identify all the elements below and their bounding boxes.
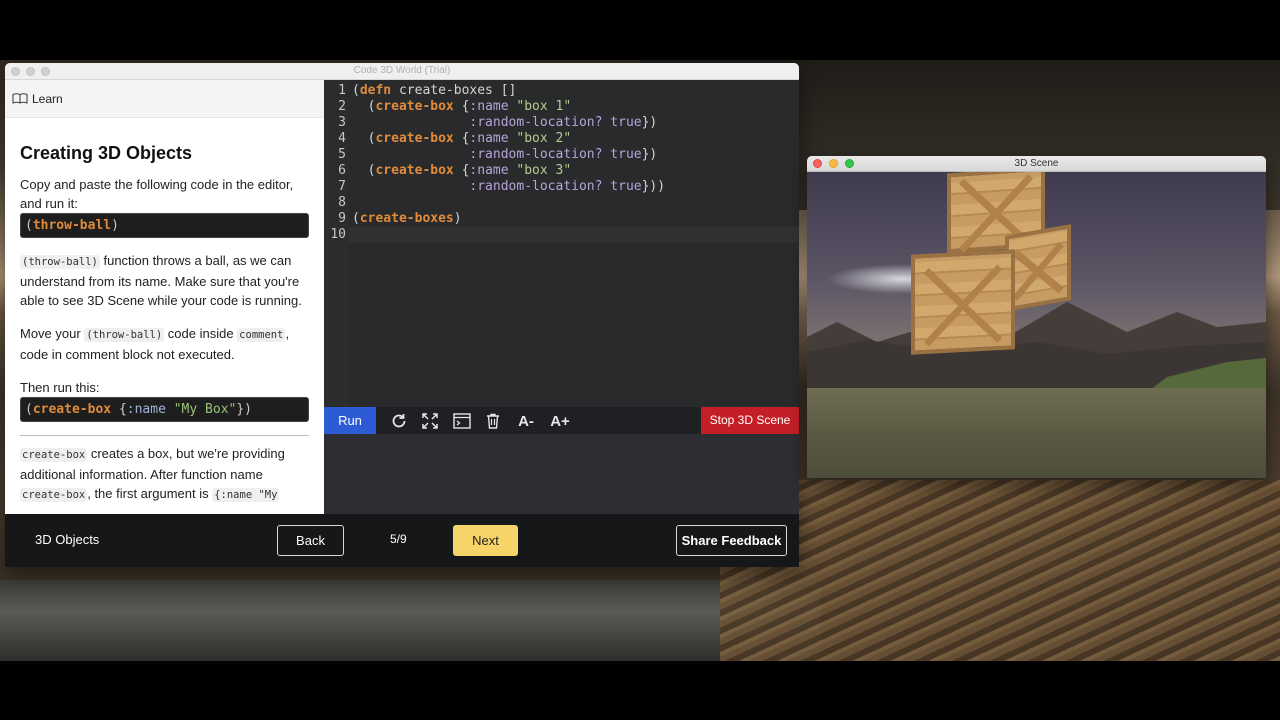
window-titlebar[interactable]: Code 3D World (Trial) xyxy=(5,63,799,80)
chapter-title: 3D Objects xyxy=(35,532,100,547)
line-number: 4 xyxy=(338,131,346,146)
code-line[interactable]: :random-location? true}) xyxy=(352,115,657,130)
back-button[interactable]: Back xyxy=(277,525,344,556)
paren: ) xyxy=(111,218,119,233)
code-line[interactable]: :random-location? true})) xyxy=(352,179,665,194)
lesson-title: Creating 3D Objects xyxy=(20,143,193,163)
inline-code: create-box xyxy=(20,448,88,462)
wallpaper-cliff xyxy=(720,480,1280,661)
lesson-text: Copy and paste the following code in the… xyxy=(20,177,294,211)
trash-icon[interactable] xyxy=(482,411,504,431)
next-button[interactable]: Next xyxy=(453,525,518,556)
current-line-highlight xyxy=(349,227,799,243)
lesson-paragraph: Copy and paste the following code in the… xyxy=(20,175,309,213)
lesson-text: Then run this: xyxy=(20,380,100,395)
3d-scene-window: 3D Scene xyxy=(807,156,1266,478)
divider xyxy=(20,435,309,436)
font-decrease-label: A- xyxy=(518,412,534,430)
code-editor[interactable]: 1 2 3 4 5 6 7 8 9 10 (defn create-boxes … xyxy=(324,80,799,407)
lesson-navigation-bar: 3D Objects Back 5/9 Next Share Feedback xyxy=(5,514,799,567)
line-number: 7 xyxy=(338,179,346,194)
snippet-keyword: :name xyxy=(126,402,166,417)
code-snippet[interactable]: (create-box {:name "My Box"}) xyxy=(20,397,309,422)
line-number: 2 xyxy=(338,99,346,114)
snippet-function: throw-ball xyxy=(32,218,112,233)
editor-toolbar: Run A- A+ Stop 3D Scene xyxy=(324,407,799,434)
code-line[interactable]: (create-box {:name "box 3" xyxy=(352,163,572,178)
share-feedback-button[interactable]: Share Feedback xyxy=(676,525,787,556)
lesson-content: Creating 3D Objects Copy and paste the f… xyxy=(5,118,324,505)
code-line[interactable]: (create-box {:name "box 2" xyxy=(352,131,572,146)
code-3d-world-window: Code 3D World (Trial) Learn Creating 3D … xyxy=(5,63,799,567)
scene-titlebar[interactable]: 3D Scene xyxy=(807,156,1266,172)
paren: ( xyxy=(25,402,33,417)
fullscreen-icon[interactable] xyxy=(419,411,441,431)
paren: ( xyxy=(25,218,33,233)
refresh-icon[interactable] xyxy=(388,411,410,431)
inline-code: (throw-ball) xyxy=(20,255,100,269)
font-decrease-button[interactable]: A- xyxy=(513,411,539,431)
learn-header[interactable]: Learn xyxy=(5,80,324,118)
inline-code: comment xyxy=(237,328,286,342)
window-title: Code 3D World (Trial) xyxy=(353,65,451,76)
line-number: 9 xyxy=(338,211,346,226)
ground-plane xyxy=(807,388,1266,478)
brace: { xyxy=(118,402,127,417)
code-snippet[interactable]: (throw-ball) xyxy=(20,213,309,238)
code-line[interactable]: :random-location? true}) xyxy=(352,147,657,162)
screen: Code 3D World (Trial) Learn Creating 3D … xyxy=(0,0,1280,720)
stop-3d-scene-button[interactable]: Stop 3D Scene xyxy=(701,407,799,434)
wallpaper-sea xyxy=(0,580,820,661)
code-line[interactable]: (create-box {:name "box 1" xyxy=(352,99,572,114)
lesson-text: , the first argument is xyxy=(87,486,213,501)
learn-header-label: Learn xyxy=(32,91,63,106)
learn-panel: Learn Creating 3D Objects Copy and paste… xyxy=(5,80,324,514)
crate-box[interactable] xyxy=(911,249,1015,355)
lesson-text: Move your xyxy=(20,326,85,341)
line-number: 5 xyxy=(338,147,346,162)
line-number: 6 xyxy=(338,163,346,178)
lesson-paragraph: (throw-ball) function throws a ball, as … xyxy=(20,251,309,310)
lesson-paragraph: Move your (throw-ball) code inside comme… xyxy=(20,324,309,364)
console-icon[interactable] xyxy=(451,411,473,431)
snippet-function: create-box xyxy=(32,402,112,417)
lesson-paragraph: Then run this: xyxy=(20,378,309,397)
line-number: 1 xyxy=(338,83,346,98)
lesson-paragraph: create-box creates a box, but we're prov… xyxy=(20,444,309,505)
code-line[interactable]: (defn create-boxes [] xyxy=(352,83,516,98)
output-console[interactable] xyxy=(324,434,799,514)
brace: }) xyxy=(236,402,253,417)
book-icon xyxy=(12,93,28,104)
inline-code: (throw-ball) xyxy=(84,328,165,342)
lesson-text: code inside xyxy=(164,326,238,341)
line-number: 10 xyxy=(330,227,346,242)
3d-viewport[interactable] xyxy=(807,172,1266,478)
inline-code: create-box xyxy=(20,488,88,502)
line-number: 8 xyxy=(338,195,346,210)
snippet-string: "My Box" xyxy=(173,402,237,417)
line-number: 3 xyxy=(338,115,346,130)
code-line[interactable]: (create-boxes) xyxy=(352,211,462,226)
inline-code: {:name "My xyxy=(212,488,280,502)
run-button[interactable]: Run xyxy=(324,407,376,434)
scene-window-title: 3D Scene xyxy=(1014,158,1059,169)
font-increase-label: A+ xyxy=(550,412,570,430)
font-increase-button[interactable]: A+ xyxy=(547,411,573,431)
page-indicator: 5/9 xyxy=(390,532,407,546)
